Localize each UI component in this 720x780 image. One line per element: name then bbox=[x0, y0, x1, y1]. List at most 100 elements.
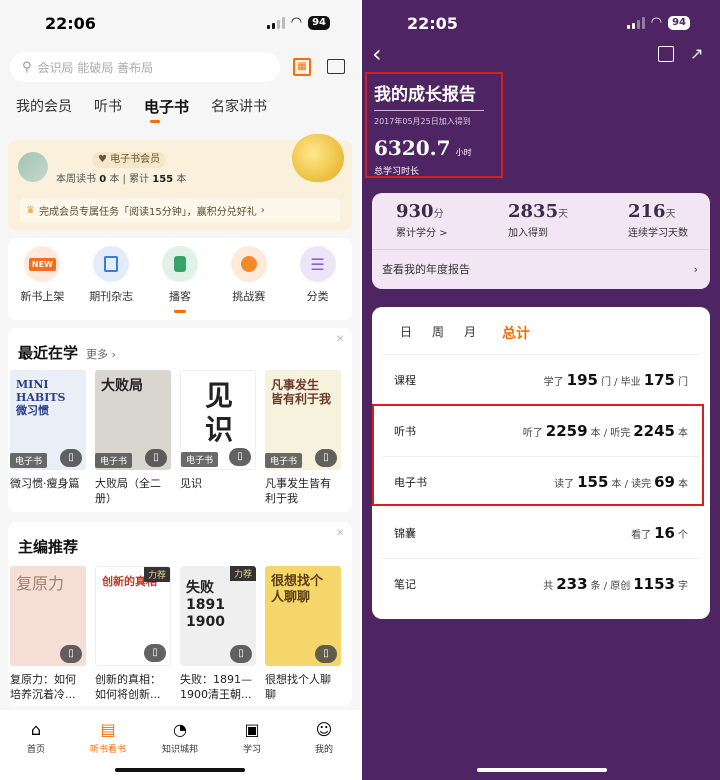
book-cover: 凡事发生 皆有利于我 电子书 ▯ bbox=[265, 370, 341, 470]
vip-task-banner[interactable]: ♛ 完成会员专属任务「阅读15分钟」，赢积分兑好礼 › bbox=[20, 198, 340, 222]
share-icon[interactable]: ↗ bbox=[690, 44, 703, 63]
book-cover: 复原力 ▯ bbox=[10, 566, 86, 666]
tab-my-membership[interactable]: 我的会员 bbox=[16, 96, 72, 117]
search-input[interactable]: ⚲ 会识局 能破局 善布局 bbox=[10, 52, 280, 82]
book-item[interactable]: 大败局 电子书 ▯ 大败局（全二册） bbox=[95, 370, 171, 507]
period-tabs: 日 周 月 总计 bbox=[400, 323, 530, 343]
tab-week[interactable]: 周 bbox=[432, 323, 444, 343]
quick-magazines[interactable]: 期刊杂志 bbox=[81, 246, 141, 304]
gold-coin-icon[interactable] bbox=[292, 134, 344, 182]
home-indicator bbox=[477, 768, 607, 772]
crown-icon: ♛ bbox=[26, 204, 35, 216]
book-item[interactable]: 见识 电子书 ▯ 见识 bbox=[180, 370, 256, 507]
open-book-icon[interactable]: ▯ bbox=[145, 449, 167, 467]
quick-entry-card: NEW 新书上架 期刊杂志 播客 挑战赛 ☰ 分类 bbox=[8, 238, 352, 320]
profile-icon: ☺ bbox=[315, 719, 333, 739]
home-icon: ⌂ bbox=[30, 719, 42, 739]
highlight-box-reading bbox=[372, 404, 704, 506]
battery-icon: 94 bbox=[308, 15, 330, 30]
recommend-badge: 力荐 bbox=[229, 566, 256, 581]
row-tips[interactable]: 锦囊 看了 16 个 bbox=[382, 507, 700, 558]
calendar-icon[interactable] bbox=[658, 46, 674, 62]
stats-card: 930分 累计学分 > 2835天 加入得到 216天 连续学习天数 查看我的年… bbox=[372, 193, 710, 289]
quick-challenge[interactable]: 挑战赛 bbox=[219, 246, 279, 304]
bulb-icon: ◔ bbox=[173, 719, 187, 739]
quick-podcast[interactable]: 播客 bbox=[150, 246, 210, 304]
tab-indicator bbox=[150, 120, 160, 123]
book-cover: 创新的真相 力荐 ▯ bbox=[95, 566, 171, 666]
wifi-icon: ◠ bbox=[650, 15, 663, 30]
book-item[interactable]: MINI HABITS 微习惯 电子书 ▯ 微习惯·瘦身篇 bbox=[10, 370, 86, 507]
tab-total[interactable]: 总计 bbox=[502, 323, 530, 343]
stat-credits[interactable]: 930分 累计学分 > bbox=[396, 201, 448, 239]
avatar bbox=[18, 152, 48, 182]
book-item[interactable]: 凡事发生 皆有利于我 电子书 ▯ 凡事发生皆有利于我 bbox=[265, 370, 341, 507]
tab-famous-lectures[interactable]: 名家讲书 bbox=[211, 96, 267, 117]
book-item[interactable]: 创新的真相 力荐 ▯ 创新的真相：如何将创新... bbox=[95, 566, 171, 703]
section-title: 主编推荐 bbox=[18, 538, 79, 556]
annual-report-link[interactable]: 查看我的年度报告 › bbox=[372, 249, 710, 289]
open-book-icon[interactable]: ▯ bbox=[60, 645, 82, 663]
bookstore-screen: 22:06 ◠ 94 ⚲ 会识局 能破局 善布局 ▦ 我的会员 听书 电子书 名… bbox=[0, 0, 360, 780]
report-title: 我的成长报告 bbox=[374, 85, 476, 105]
row-courses[interactable]: 课程 学了 195 门 / 毕业 175 门 bbox=[382, 354, 700, 405]
nav-home[interactable]: ⌂ 首页 bbox=[6, 718, 66, 780]
more-link[interactable]: 更多 › bbox=[86, 346, 116, 362]
stat-streak-days: 216天 连续学习天数 bbox=[628, 201, 688, 239]
open-book-icon[interactable]: ▯ bbox=[230, 645, 252, 663]
top-tabs: 我的会员 听书 电子书 名家讲书 bbox=[16, 96, 289, 117]
gift-icon[interactable]: ▦ bbox=[293, 58, 311, 76]
open-book-icon[interactable]: ▯ bbox=[60, 449, 82, 467]
search-placeholder: 会识局 能破局 善布局 bbox=[37, 60, 154, 75]
book-cover: 大败局 电子书 ▯ bbox=[95, 370, 171, 470]
book-cover: 很想找个人聊聊 ▯ bbox=[265, 566, 341, 666]
signal-icon bbox=[266, 16, 285, 29]
book-icon: ▤ bbox=[100, 719, 116, 739]
tab-audiobooks[interactable]: 听书 bbox=[94, 96, 122, 117]
chevron-right-icon: › bbox=[693, 263, 698, 276]
message-icon[interactable] bbox=[327, 59, 345, 74]
row-notes[interactable]: 笔记 共 233 条 / 原创 1153 字 bbox=[382, 558, 700, 609]
tab-month[interactable]: 月 bbox=[464, 323, 476, 343]
title-underline bbox=[374, 110, 484, 111]
open-book-icon[interactable]: ▯ bbox=[229, 448, 251, 466]
read-count: 本周读书 0 本 | 累计 155 本 bbox=[56, 174, 187, 185]
total-hours: 6320.7 小时 bbox=[374, 136, 472, 160]
page-indicator bbox=[174, 310, 186, 313]
home-indicator bbox=[115, 768, 245, 772]
back-icon[interactable]: ‹ bbox=[372, 40, 382, 68]
nav-me[interactable]: ☺ 我的 bbox=[294, 718, 354, 780]
close-icon[interactable]: ✕ bbox=[336, 334, 344, 345]
battery-icon: 94 bbox=[668, 15, 690, 30]
section-title: 最近在学 bbox=[18, 344, 79, 362]
search-icon: ⚲ bbox=[22, 59, 32, 75]
status-time: 22:05 bbox=[407, 14, 458, 33]
book-cover: 失败 1891 1900 力荐 ▯ bbox=[180, 566, 256, 666]
list-icon: ☰ bbox=[299, 246, 336, 282]
vip-card[interactable]: ♥ 电子书会员 本周读书 0 本 | 累计 155 本 ♛ 完成会员专属任务「阅… bbox=[8, 134, 352, 230]
status-time: 22:06 bbox=[45, 14, 96, 33]
vip-badge: ♥ 电子书会员 bbox=[92, 152, 167, 168]
quick-new-books[interactable]: NEW 新书上架 bbox=[12, 246, 72, 304]
tab-ebooks[interactable]: 电子书 bbox=[144, 96, 189, 117]
book-cover: MINI HABITS 微习惯 电子书 ▯ bbox=[10, 370, 86, 470]
book-item[interactable]: 失败 1891 1900 力荐 ▯ 失败：1891—1900清王朝... bbox=[180, 566, 256, 703]
editor-books: 复原力 ▯ 复原力：如何培养沉着冷... 创新的真相 力荐 ▯ 创新的真相：如何… bbox=[10, 566, 341, 703]
study-icon: ▣ bbox=[244, 719, 260, 739]
book-item[interactable]: 很想找个人聊聊 ▯ 很想找个人聊聊 bbox=[265, 566, 341, 703]
magazine-icon bbox=[93, 246, 130, 282]
open-book-icon[interactable]: ▯ bbox=[144, 644, 166, 662]
total-hours-label: 总学习时长 bbox=[374, 167, 420, 177]
book-item[interactable]: 复原力 ▯ 复原力：如何培养沉着冷... bbox=[10, 566, 86, 703]
chevron-right-icon: › bbox=[260, 204, 265, 216]
tab-day[interactable]: 日 bbox=[400, 323, 412, 343]
open-book-icon[interactable]: ▯ bbox=[315, 449, 337, 467]
wifi-icon: ◠ bbox=[290, 15, 303, 30]
recent-books: MINI HABITS 微习惯 电子书 ▯ 微习惯·瘦身篇 大败局 电子书 ▯ … bbox=[10, 370, 341, 507]
quick-categories[interactable]: ☰ 分类 bbox=[288, 246, 348, 304]
open-book-icon[interactable]: ▯ bbox=[315, 645, 337, 663]
recommend-badge: 力荐 bbox=[143, 567, 170, 582]
join-date: 2017年05月25日加入得到 bbox=[374, 117, 471, 126]
status-bar: 22:06 ◠ 94 bbox=[0, 0, 360, 48]
close-icon[interactable]: ✕ bbox=[336, 528, 344, 539]
